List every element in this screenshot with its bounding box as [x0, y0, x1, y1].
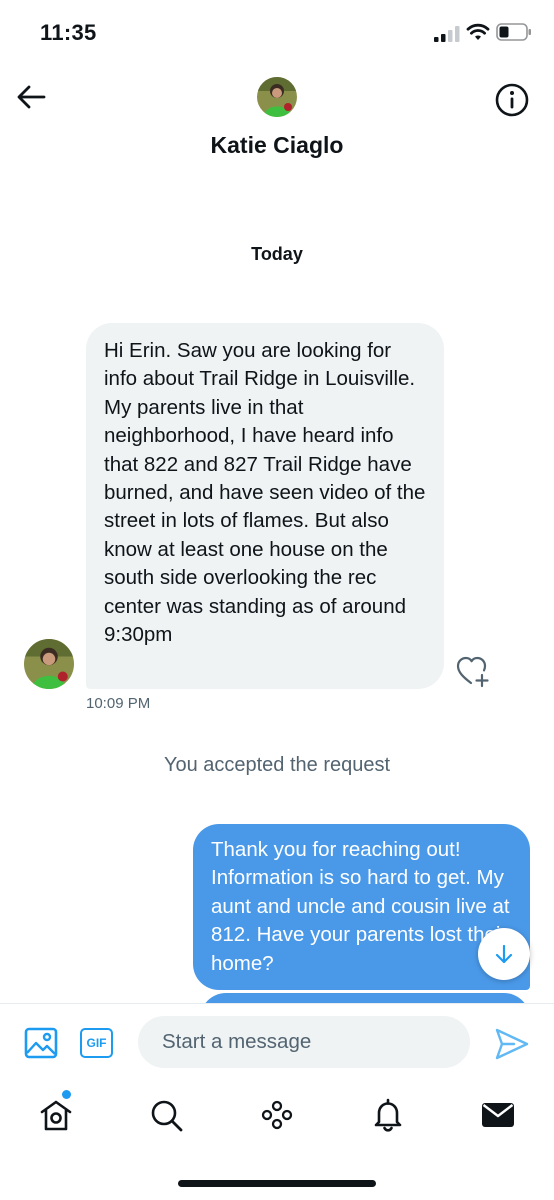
arrow-down-icon — [495, 944, 513, 964]
heart-plus-icon — [456, 656, 489, 688]
tab-messages[interactable] — [478, 1095, 518, 1135]
bell-icon — [374, 1098, 402, 1132]
message-timestamp: 10:09 PM — [86, 695, 151, 712]
message-input[interactable] — [138, 1016, 470, 1068]
scroll-to-bottom-button[interactable] — [478, 928, 530, 980]
info-button[interactable] — [494, 82, 530, 118]
conversation-header: Katie Ciaglo — [0, 64, 554, 174]
spaces-icon — [261, 1100, 293, 1130]
home-indicator — [178, 1180, 376, 1187]
sender-avatar[interactable] — [24, 639, 74, 689]
bottom-tab-bar — [0, 1081, 554, 1200]
home-notification-dot — [62, 1090, 71, 1099]
outgoing-message-bubble[interactable]: Thank you for reaching out! Information … — [193, 824, 530, 990]
cellular-signal-icon — [434, 26, 460, 42]
send-button[interactable] — [494, 1026, 530, 1062]
status-time: 11:35 — [40, 20, 97, 45]
message-composer: GIF — [0, 1003, 554, 1081]
arrow-left-icon — [17, 85, 46, 109]
tab-home[interactable] — [36, 1095, 76, 1135]
gif-button[interactable]: GIF — [80, 1028, 113, 1058]
send-icon — [495, 1028, 529, 1060]
contact-name[interactable]: Katie Ciaglo — [0, 132, 554, 159]
incoming-message-bubble[interactable]: Hi Erin. Saw you are looking for info ab… — [86, 323, 444, 689]
search-icon — [151, 1100, 183, 1132]
info-icon — [495, 83, 529, 117]
avatar-image — [24, 639, 74, 689]
status-bar: 11:35 — [0, 0, 554, 64]
battery-icon — [496, 23, 531, 41]
home-icon — [40, 1100, 72, 1131]
tab-spaces[interactable] — [257, 1095, 297, 1135]
tab-search[interactable] — [146, 1095, 186, 1135]
back-button[interactable] — [14, 82, 48, 112]
avatar-image — [257, 77, 297, 117]
image-icon — [24, 1027, 58, 1059]
contact-avatar[interactable] — [257, 77, 297, 117]
mail-icon — [482, 1103, 514, 1127]
tab-notifications[interactable] — [368, 1095, 408, 1135]
date-separator: Today — [251, 244, 303, 264]
add-photo-button[interactable] — [24, 1026, 58, 1060]
request-accepted-note: You accepted the request — [163, 754, 391, 776]
wifi-icon — [466, 23, 490, 40]
add-reaction-button[interactable] — [456, 655, 492, 689]
